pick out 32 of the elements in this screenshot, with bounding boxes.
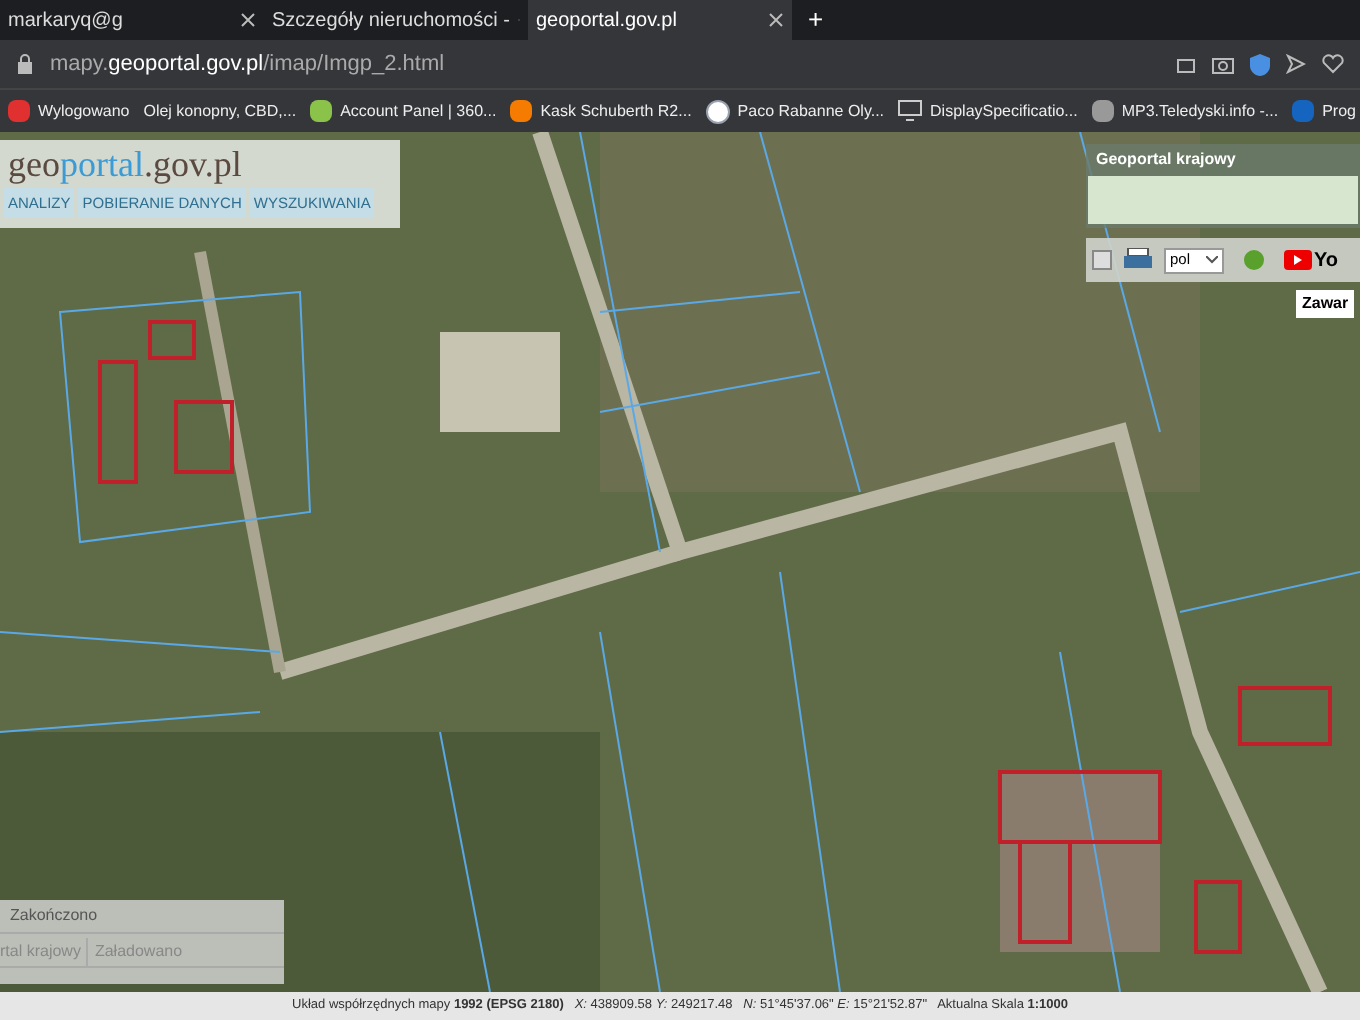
status-text: Zakończono [0, 900, 284, 934]
bookmark-link[interactable]: Prog [1322, 99, 1356, 123]
shield-icon[interactable] [1250, 53, 1270, 75]
heart-icon[interactable] [1322, 54, 1344, 74]
site-icon [310, 100, 333, 122]
site-icon [1292, 100, 1315, 122]
overview-title: Geoportal krajowy [1094, 148, 1238, 172]
send-icon[interactable] [1286, 54, 1306, 74]
bookmark-link[interactable]: Kask Schuberth R2... [540, 99, 692, 123]
site-icon [510, 100, 533, 122]
camera-icon[interactable] [1212, 55, 1234, 73]
youtube-label[interactable]: Yo [1314, 245, 1339, 275]
printer-icon[interactable] [1124, 248, 1152, 272]
browser-tab[interactable]: Szczegóły nieruchomości - [264, 0, 528, 40]
legend-icon[interactable] [1092, 250, 1112, 270]
bookmark-link[interactable]: MP3.Teledyski.info -... [1121, 99, 1279, 123]
bookmark-link[interactable]: Account Panel | 360... [340, 99, 497, 123]
bookmark-link[interactable]: DisplaySpecificatio... [930, 99, 1078, 123]
new-tab-button[interactable]: + [792, 0, 840, 40]
monitor-icon [898, 100, 923, 122]
caret-icon [1206, 256, 1218, 264]
browser-tab[interactable]: geoportal.gov.pl [528, 0, 792, 40]
play-icon[interactable] [1284, 250, 1312, 270]
browser-tab[interactable]: markaryq@g [0, 0, 264, 40]
bookmark-link[interactable]: Paco Rabanne Oly... [737, 99, 885, 123]
site-icon [8, 100, 30, 122]
tooltip: Zawar [1296, 290, 1355, 318]
site-icon [1091, 100, 1114, 122]
geoportal-logo[interactable]: geoportal.gov.pl [0, 140, 400, 188]
lock-icon [16, 54, 34, 74]
bookmark-link[interactable]: Olej konopny, CBD,... [143, 99, 297, 123]
bookmark-link[interactable]: Wylogowano [38, 99, 130, 123]
